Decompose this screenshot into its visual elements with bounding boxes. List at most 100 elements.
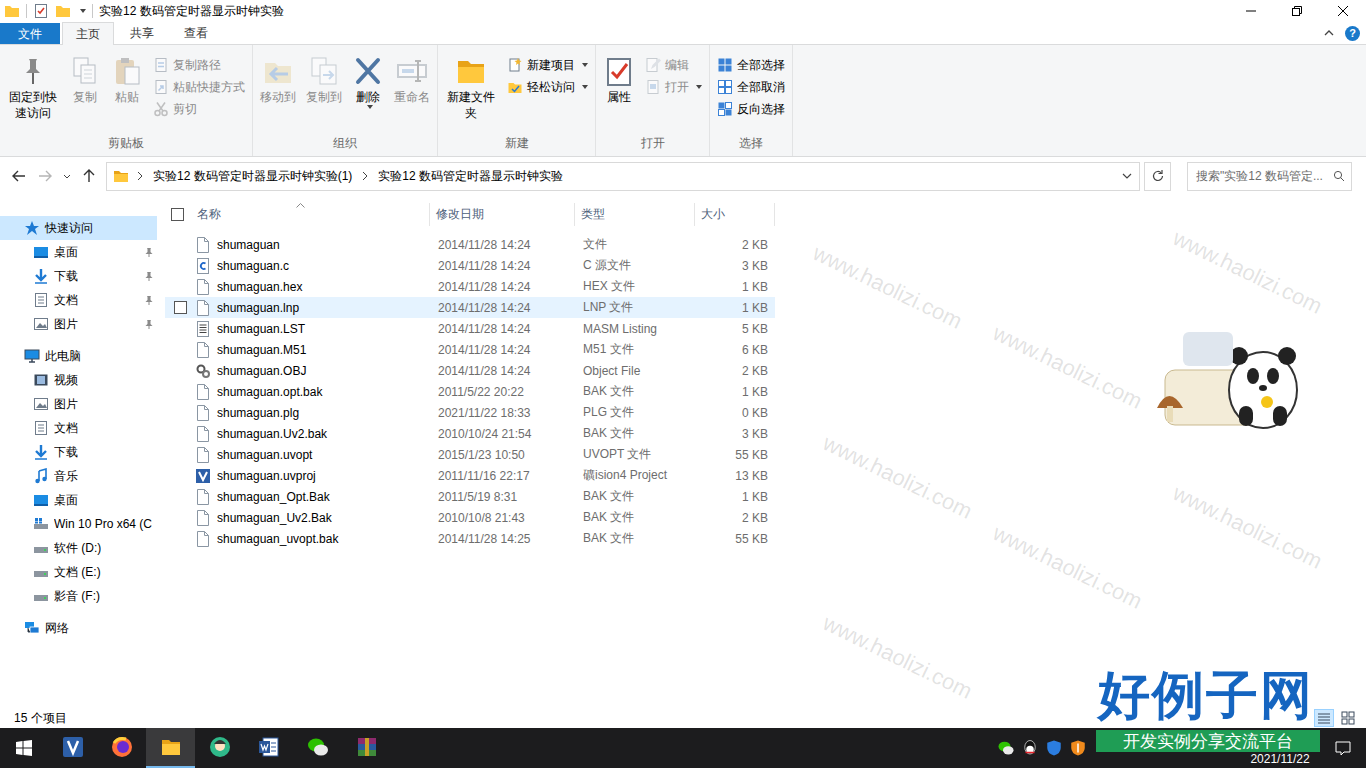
breadcrumb[interactable]: 实验12 数码管定时器显示时钟实验(1) — [151, 168, 354, 185]
view-button[interactable] — [1314, 709, 1334, 727]
select-all-checkbox[interactable] — [171, 208, 184, 221]
forward-button[interactable] — [34, 164, 56, 188]
nav-item[interactable]: 下载 — [0, 264, 160, 288]
ribbon-button[interactable]: 移动到 — [257, 49, 299, 107]
ribbon-button[interactable]: 编辑 — [642, 54, 705, 76]
taskbar-app[interactable] — [48, 728, 97, 768]
ribbon-button[interactable]: 打开 — [642, 76, 705, 98]
taskbar-app[interactable] — [244, 728, 293, 768]
back-button[interactable] — [8, 164, 30, 188]
copy-to-icon — [308, 55, 340, 87]
ribbon-button[interactable]: 重命名 — [391, 49, 433, 107]
chevron-right-icon[interactable] — [135, 171, 145, 181]
nav-item[interactable]: 视频 — [0, 368, 160, 392]
ribbon-button[interactable]: 新建项目 — [504, 54, 591, 76]
collapse-ribbon-icon[interactable] — [1323, 27, 1335, 39]
ribbon-button[interactable]: 粘贴 — [108, 49, 146, 107]
ribbon-button[interactable]: 全部取消 — [714, 76, 788, 98]
file-row[interactable]: shumaguan.c 2014/11/28 14:24 C 源文件 3 KB — [165, 255, 775, 276]
ribbon-button[interactable]: 轻松访问 — [504, 76, 591, 98]
taskbar-app[interactable] — [293, 728, 342, 768]
nav-item[interactable]: 桌面 — [0, 240, 160, 264]
file-row[interactable]: shumaguan.uvopt 2015/1/23 10:50 UVOPT 文件… — [165, 444, 775, 465]
ribbon-tab[interactable]: 查看 — [170, 22, 222, 44]
nav-item[interactable]: 桌面 — [0, 488, 160, 512]
nav-item[interactable]: 影音 (F:) — [0, 584, 160, 608]
taskbar-app[interactable] — [146, 728, 195, 768]
help-button[interactable]: ? — [1345, 26, 1360, 41]
ribbon-button[interactable]: 复制路径 — [150, 54, 248, 76]
qq-tray-icon[interactable] — [1021, 739, 1039, 757]
file-row[interactable]: shumaguan_Uv2.Bak 2010/10/8 21:43 BAK 文件… — [165, 507, 775, 528]
file-row[interactable]: shumaguan.lnp 2014/11/28 14:24 LNP 文件 1 … — [165, 297, 775, 318]
nav-item[interactable]: 此电脑 — [0, 344, 160, 368]
taskbar-app[interactable] — [97, 728, 146, 768]
search-field[interactable]: 搜索"实验12 数码管定... — [1187, 162, 1352, 191]
refresh-button[interactable] — [1144, 162, 1171, 191]
ribbon-button[interactable]: 属性 — [600, 49, 638, 107]
file-row[interactable]: shumaguan.LST 2014/11/28 14:24 MASM List… — [165, 318, 775, 339]
ribbon-button[interactable]: 删除 — [349, 49, 387, 111]
column-header[interactable]: 大小 — [695, 203, 775, 226]
breadcrumb[interactable]: 实验12 数码管定时器显示时钟实验 — [376, 168, 565, 185]
wechat-tray-icon[interactable] — [997, 739, 1015, 757]
file-row[interactable]: shumaguan_Opt.Bak 2011/5/19 8:31 BAK 文件 … — [165, 486, 775, 507]
new-folder-icon[interactable] — [55, 3, 71, 19]
chevron-down-icon[interactable] — [1121, 170, 1133, 182]
chevron-right-icon[interactable] — [360, 171, 370, 181]
column-header[interactable]: 修改日期 — [430, 203, 575, 226]
column-header[interactable]: 类型 — [575, 203, 695, 226]
address-row: 实验12 数码管定时器显示时钟实验(1) 实验12 数码管定时器显示时钟实验 搜… — [0, 157, 1366, 195]
close-button[interactable] — [1320, 0, 1366, 22]
nav-item[interactable]: 图片 — [0, 392, 160, 416]
view-button[interactable] — [1338, 709, 1358, 727]
nav-item[interactable]: 音乐 — [0, 464, 160, 488]
file-row[interactable]: shumaguan.OBJ 2014/11/28 14:24 Object Fi… — [165, 360, 775, 381]
customize-toolbar-arrow[interactable] — [80, 9, 86, 13]
ribbon-button[interactable]: 固定到快速访问 — [4, 49, 62, 123]
nav-item[interactable]: 图片 — [0, 312, 160, 336]
antivirus-shield-icon[interactable] — [1069, 739, 1087, 757]
taskbar-app[interactable] — [195, 728, 244, 768]
file-row[interactable]: shumaguan.M51 2014/11/28 14:24 M51 文件 6 … — [165, 339, 775, 360]
file-row[interactable]: shumaguan_uvopt.bak 2014/11/28 14:25 BAK… — [165, 528, 775, 549]
start-button[interactable] — [0, 728, 48, 768]
restore-button[interactable] — [1274, 0, 1320, 22]
file-row[interactable]: shumaguan.hex 2014/11/28 14:24 HEX 文件 1 … — [165, 276, 775, 297]
security-shield-icon[interactable] — [1045, 739, 1063, 757]
nav-item[interactable]: 文档 — [0, 288, 160, 312]
file-row[interactable]: shumaguan.opt.bak 2011/5/22 20:22 BAK 文件… — [165, 381, 775, 402]
ribbon-button[interactable]: 剪切 — [150, 98, 248, 120]
ribbon-button[interactable]: 复制到 — [303, 49, 345, 107]
up-button[interactable] — [78, 164, 100, 188]
row-checkbox[interactable] — [174, 301, 187, 314]
file-row[interactable]: shumaguan.plg 2021/11/22 18:33 PLG 文件 0 … — [165, 402, 775, 423]
recent-locations-button[interactable] — [60, 164, 74, 188]
nav-item[interactable]: 文档 (E:) — [0, 560, 160, 584]
file-row[interactable]: shumaguan 2014/11/28 14:24 文件 2 KB — [165, 234, 775, 255]
minimize-button[interactable] — [1228, 0, 1274, 22]
ribbon-button[interactable]: 反向选择 — [714, 98, 788, 120]
ribbon-button[interactable]: 全部选择 — [714, 54, 788, 76]
file-icon — [195, 426, 211, 442]
properties-icon[interactable] — [33, 3, 49, 19]
nav-item[interactable]: 网络 — [0, 616, 160, 640]
notifications-button[interactable] — [1320, 728, 1366, 768]
nav-item[interactable]: Win 10 Pro x64 (C — [0, 512, 160, 536]
address-bar[interactable]: 实验12 数码管定时器显示时钟实验(1) 实验12 数码管定时器显示时钟实验 — [106, 162, 1140, 191]
search-placeholder: 搜索"实验12 数码管定... — [1196, 168, 1329, 185]
column-header[interactable]: 名称 — [191, 203, 430, 226]
nav-item[interactable]: 文档 — [0, 416, 160, 440]
file-row[interactable]: shumaguan.uvproj 2011/11/16 22:17 礦ision… — [165, 465, 775, 486]
ribbon-button[interactable]: 新建文件夹 — [442, 49, 500, 123]
ribbon-button[interactable]: 粘贴快捷方式 — [150, 76, 248, 98]
ribbon-tab[interactable]: 共享 — [116, 22, 168, 44]
ribbon-button[interactable]: 复制 — [66, 49, 104, 107]
nav-item[interactable]: 软件 (D:) — [0, 536, 160, 560]
file-menu-button[interactable]: 文件 — [0, 23, 60, 44]
nav-item[interactable]: 下载 — [0, 440, 160, 464]
ribbon-tab[interactable]: 主页 — [62, 22, 114, 45]
nav-item[interactable]: 快速访问 — [0, 216, 157, 240]
taskbar-app[interactable] — [342, 728, 391, 768]
file-row[interactable]: shumaguan.Uv2.bak 2010/10/24 21:54 BAK 文… — [165, 423, 775, 444]
